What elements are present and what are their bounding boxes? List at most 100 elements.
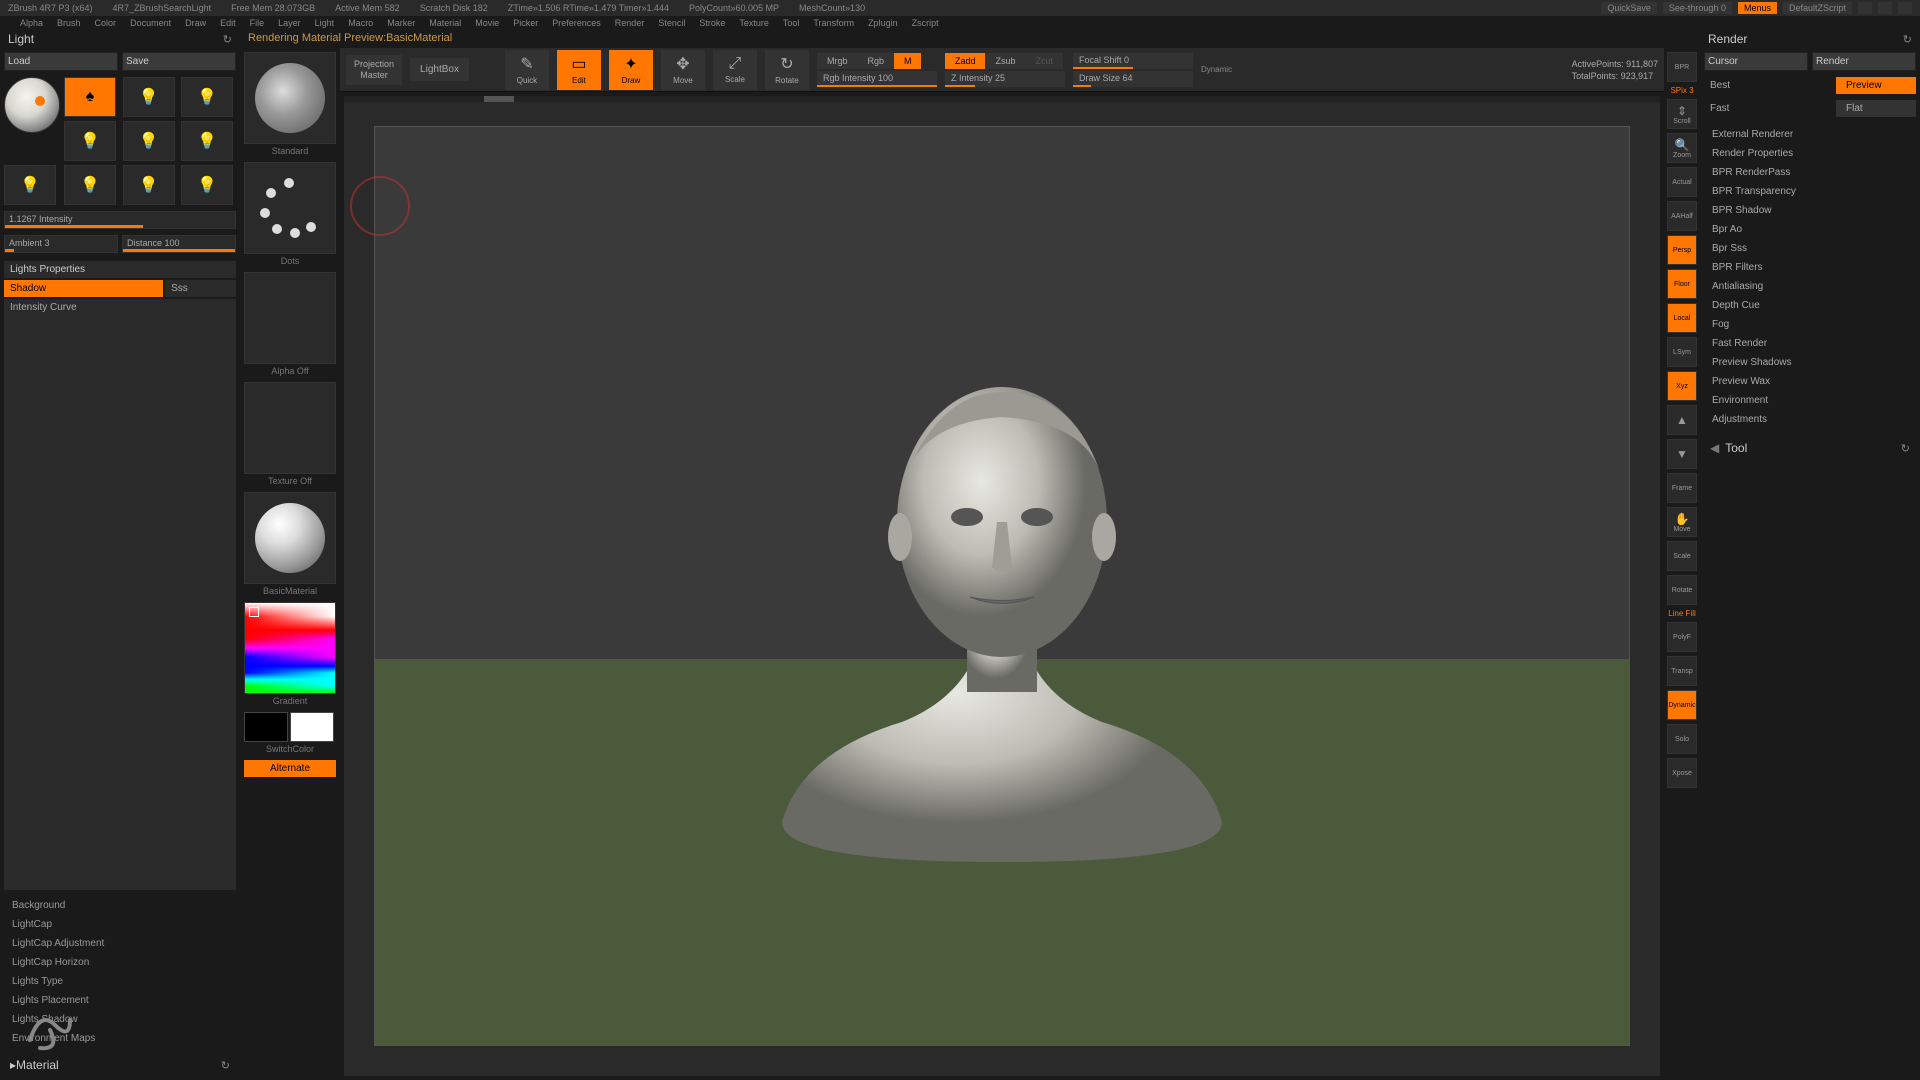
refresh-icon[interactable]: ↻ <box>223 33 232 46</box>
sss-button[interactable]: Sss <box>165 280 236 297</box>
render-external[interactable]: External Renderer <box>1704 125 1916 144</box>
xyz-button[interactable]: Xyz <box>1667 371 1697 401</box>
render-pass[interactable]: BPR RenderPass <box>1704 163 1916 182</box>
menu-macro[interactable]: Macro <box>348 18 373 28</box>
scale-button[interactable]: ⤢ Scale <box>713 50 757 90</box>
refresh-icon[interactable]: ↻ <box>1903 33 1912 46</box>
draw-size-slider[interactable]: Draw Size 64 <box>1073 71 1193 87</box>
zadd-button[interactable]: Zadd <box>945 53 986 69</box>
menu-render[interactable]: Render <box>615 18 645 28</box>
intensity-slider[interactable]: 1.1267 Intensity <box>4 211 236 229</box>
color-picker[interactable] <box>244 602 336 694</box>
floor-button[interactable]: Floor <box>1667 269 1697 299</box>
render-prevshadows[interactable]: Preview Shadows <box>1704 353 1916 372</box>
spix-label[interactable]: SPix 3 <box>1670 86 1693 95</box>
edit-button[interactable]: ▭ Edit <box>557 50 601 90</box>
polyf-button[interactable]: PolyF <box>1667 622 1697 652</box>
tool-header[interactable]: ◀ Tool ↻ <box>1704 437 1916 459</box>
menu-edit[interactable]: Edit <box>220 18 236 28</box>
cursor-button[interactable]: Cursor <box>1704 52 1808 71</box>
quicksketch-button[interactable]: ✎ Quick <box>505 50 549 90</box>
light-slot-6[interactable]: 💡 <box>181 121 233 161</box>
z-intensity-slider[interactable]: Z Intensity 25 <box>945 71 1065 87</box>
light-slot-5[interactable]: 💡 <box>123 121 175 161</box>
mrgb-button[interactable]: Mrgb <box>817 53 858 69</box>
prop-lights-type[interactable]: Lights Type <box>4 972 236 991</box>
transp-button[interactable]: Transp <box>1667 656 1697 686</box>
menu-zscript[interactable]: Zscript <box>912 18 939 28</box>
refresh-icon[interactable]: ↻ <box>1901 442 1910 455</box>
menu-movie[interactable]: Movie <box>475 18 499 28</box>
lights-properties-header[interactable]: Lights Properties <box>4 261 236 278</box>
render-fastrender[interactable]: Fast Render <box>1704 334 1916 353</box>
material-preview[interactable] <box>244 492 336 584</box>
render-button[interactable]: Render <box>1812 52 1916 71</box>
render-aa[interactable]: Antialiasing <box>1704 277 1916 296</box>
menu-document[interactable]: Document <box>130 18 171 28</box>
menu-material[interactable]: Material <box>429 18 461 28</box>
render-ao[interactable]: Bpr Ao <box>1704 220 1916 239</box>
light-slot-1[interactable]: ♠ <box>64 77 116 117</box>
zsub-button[interactable]: Zsub <box>985 53 1025 69</box>
render-shadow[interactable]: BPR Shadow <box>1704 201 1916 220</box>
aahalf-button[interactable]: AAHalf <box>1667 201 1697 231</box>
lightbox-button[interactable]: LightBox <box>410 58 469 81</box>
move-button[interactable]: ✥ Move <box>661 50 705 90</box>
switchcolor-label[interactable]: SwitchColor <box>244 744 336 754</box>
window-max-icon[interactable] <box>1878 2 1892 14</box>
menu-layer[interactable]: Layer <box>278 18 301 28</box>
refresh-icon[interactable]: ↻ <box>221 1059 230 1072</box>
render-filters[interactable]: BPR Filters <box>1704 258 1916 277</box>
bpr-button[interactable]: BPR <box>1667 52 1697 82</box>
menu-transform[interactable]: Transform <box>813 18 854 28</box>
lsym-button[interactable]: LSym <box>1667 337 1697 367</box>
best-label[interactable]: Best <box>1704 77 1834 94</box>
solo-button[interactable]: Solo <box>1667 724 1697 754</box>
rotate-nav-button[interactable]: Rotate <box>1667 575 1697 605</box>
swatch-black[interactable] <box>244 712 288 742</box>
seethrough-slider[interactable]: See-through 0 <box>1663 2 1732 14</box>
prop-lightcap-adj[interactable]: LightCap Adjustment <box>4 934 236 953</box>
viewport[interactable] <box>374 126 1630 1046</box>
render-sss[interactable]: Bpr Sss <box>1704 239 1916 258</box>
nav-down-button[interactable]: ▼ <box>1667 439 1697 469</box>
menu-color[interactable]: Color <box>95 18 117 28</box>
shadow-button[interactable]: Shadow <box>4 280 163 297</box>
menu-brush[interactable]: Brush <box>57 18 81 28</box>
zoom-button[interactable]: 🔍Zoom <box>1667 133 1697 163</box>
projection-master-button[interactable]: Projection Master <box>346 55 402 85</box>
xpose-button[interactable]: Xpose <box>1667 758 1697 788</box>
m-button[interactable]: M <box>894 53 922 69</box>
light-slot-7[interactable]: 💡 <box>4 165 56 205</box>
light-slot-8[interactable]: 💡 <box>64 165 116 205</box>
nav-up-button[interactable]: ▲ <box>1667 405 1697 435</box>
load-button[interactable]: Load <box>4 52 118 71</box>
menu-stencil[interactable]: Stencil <box>658 18 685 28</box>
stroke-preview[interactable] <box>244 162 336 254</box>
draw-button[interactable]: ✦ Draw <box>609 50 653 90</box>
menus-button[interactable]: Menus <box>1738 2 1777 14</box>
menu-zplugin[interactable]: Zplugin <box>868 18 898 28</box>
menu-texture[interactable]: Texture <box>739 18 769 28</box>
layout-button[interactable]: DefaultZScript <box>1783 2 1852 14</box>
light-slot-3[interactable]: 💡 <box>181 77 233 117</box>
dynamic-label[interactable]: Dynamic <box>1201 65 1232 74</box>
render-fog[interactable]: Fog <box>1704 315 1916 334</box>
window-min-icon[interactable] <box>1858 2 1872 14</box>
light-slot-2[interactable]: 💡 <box>123 77 175 117</box>
prop-background[interactable]: Background <box>4 896 236 915</box>
scroll-button[interactable]: ⇕Scroll <box>1667 99 1697 129</box>
frame-button[interactable]: Frame <box>1667 473 1697 503</box>
move-nav-button[interactable]: ✋Move <box>1667 507 1697 537</box>
menu-marker[interactable]: Marker <box>387 18 415 28</box>
rgb-button[interactable]: Rgb <box>857 53 894 69</box>
render-env[interactable]: Environment <box>1704 391 1916 410</box>
rgb-intensity-slider[interactable]: Rgb Intensity 100 <box>817 71 937 87</box>
light-slot-9[interactable]: 💡 <box>123 165 175 205</box>
menu-file[interactable]: File <box>250 18 265 28</box>
light-preview-ball[interactable] <box>4 77 60 133</box>
prop-lightcap-horizon[interactable]: LightCap Horizon <box>4 953 236 972</box>
alpha-preview[interactable] <box>244 272 336 364</box>
persp-button[interactable]: Persp <box>1667 235 1697 265</box>
prop-lightcap[interactable]: LightCap <box>4 915 236 934</box>
